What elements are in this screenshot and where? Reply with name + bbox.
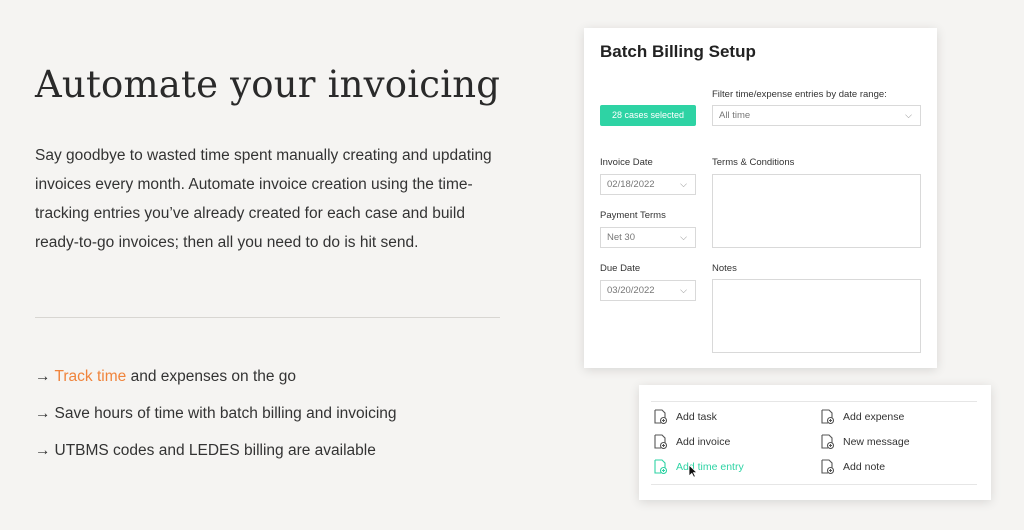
notes-textarea[interactable] [712,279,921,353]
track-time-link[interactable]: Track time [55,368,127,385]
arrow-right-icon: → [35,442,51,459]
date-range-select[interactable]: All time ⌵ [712,105,921,126]
cases-selected-badge[interactable]: 28 cases selected [600,105,696,126]
action-label: Add task [676,410,717,423]
chevron-down-icon: ⌵ [680,232,687,242]
feature-text: UTBMS codes and LEDES billing are availa… [54,442,376,459]
invoice-date-field[interactable]: 02/18/2022 ⌵ [600,174,696,195]
mouse-cursor-icon [688,464,698,478]
divider [651,484,977,485]
add-expense-action[interactable]: Add expense [821,409,904,424]
action-label: Add expense [843,410,905,423]
card-title: Batch Billing Setup [600,42,756,61]
quick-actions-panel: Add task Add expense Add invoice New mes… [639,385,991,500]
payment-terms-label: Payment Terms [600,210,666,221]
feature-list: → Track time and expenses on the go → Save… [35,366,397,477]
due-date-field[interactable]: 03/20/2022 ⌵ [600,280,696,301]
action-label: New message [843,435,910,448]
headline: Automate your invoicing [35,63,501,106]
due-date-label: Due Date [600,263,641,274]
chevron-down-icon: ⌵ [905,110,912,120]
document-add-icon [821,409,834,424]
notes-label: Notes [712,263,737,274]
document-add-icon [821,434,834,449]
add-time-entry-action[interactable]: Add time entry [654,459,744,474]
divider [35,317,500,318]
intro-paragraph: Say goodbye to wasted time spent manuall… [35,147,492,251]
new-message-action[interactable]: New message [821,434,910,449]
action-label: Add note [843,460,886,473]
filter-label: Filter time/expense entries by date rang… [712,89,887,100]
invoice-date-label: Invoice Date [600,157,653,168]
date-range-value: All time [719,110,751,121]
feature-text: Save hours of time with batch billing an… [54,405,397,422]
arrow-right-icon: → [35,405,51,422]
arrow-right-icon: → [35,368,51,385]
document-add-icon [654,459,667,474]
feature-item-utbms: → UTBMS codes and LEDES billing are avail… [35,440,397,477]
document-add-icon [654,434,667,449]
feature-item-batch-billing: → Save hours of time with batch billing a… [35,403,397,440]
feature-item-track-time: → Track time and expenses on the go [35,366,397,403]
add-task-action[interactable]: Add task [654,409,717,424]
action-label: Add time entry [676,460,744,473]
document-add-icon [821,459,834,474]
invoice-date-value: 02/18/2022 [607,179,655,190]
batch-billing-card: Batch Billing Setup Filter time/expense … [584,28,937,368]
payment-terms-value: Net 30 [607,232,635,243]
terms-textarea[interactable] [712,174,921,248]
divider [651,401,977,402]
due-date-value: 03/20/2022 [607,285,655,296]
add-invoice-action[interactable]: Add invoice [654,434,730,449]
add-note-action[interactable]: Add note [821,459,885,474]
payment-terms-select[interactable]: Net 30 ⌵ [600,227,696,248]
document-add-icon [654,409,667,424]
chevron-down-icon: ⌵ [680,179,687,189]
chevron-down-icon: ⌵ [680,285,687,295]
feature-text: and expenses on the go [126,368,297,385]
action-label: Add invoice [676,435,731,448]
terms-label: Terms & Conditions [712,157,795,168]
